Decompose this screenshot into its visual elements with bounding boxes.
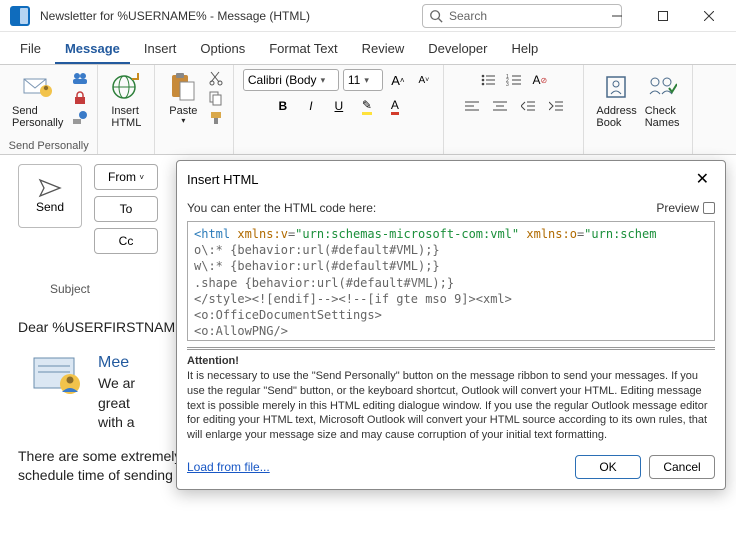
clear-format-button[interactable]: A⊘ bbox=[529, 69, 551, 91]
address-book-button[interactable]: Address Book bbox=[592, 69, 640, 131]
underline-button[interactable]: U bbox=[328, 95, 350, 117]
minimize-button[interactable] bbox=[594, 0, 640, 32]
ribbon-group-label: Send Personally bbox=[9, 140, 89, 152]
load-from-file-link[interactable]: Load from file... bbox=[187, 460, 270, 474]
align-left-button[interactable] bbox=[461, 95, 483, 117]
lock-icon[interactable] bbox=[71, 89, 89, 107]
indent-left-button[interactable] bbox=[517, 95, 539, 117]
send-personally-icon bbox=[22, 71, 54, 103]
contacts-icon[interactable] bbox=[71, 69, 89, 87]
copy-icon[interactable] bbox=[207, 89, 225, 107]
font-family-select[interactable]: Calibri (Body▾ bbox=[243, 69, 339, 91]
to-button[interactable]: To bbox=[94, 196, 158, 222]
shrink-font-icon[interactable]: A˅ bbox=[413, 69, 435, 91]
outlook-icon bbox=[10, 6, 30, 26]
insert-html-icon bbox=[110, 71, 142, 103]
grow-font-icon[interactable]: A˄ bbox=[387, 69, 409, 91]
preview-label: Preview bbox=[656, 201, 699, 215]
check-names-button[interactable]: Check Names bbox=[641, 69, 684, 131]
font-size-select[interactable]: 11▾ bbox=[343, 69, 383, 91]
svg-text:3: 3 bbox=[506, 82, 509, 87]
send-icon bbox=[38, 178, 62, 198]
tab-options[interactable]: Options bbox=[190, 35, 255, 64]
bold-button[interactable]: B bbox=[272, 95, 294, 117]
tab-message[interactable]: Message bbox=[55, 35, 130, 64]
cc-button[interactable]: Cc bbox=[94, 228, 158, 254]
dialog-title: Insert HTML bbox=[187, 172, 259, 187]
attention-box: Attention! It is necessary to use the "S… bbox=[187, 347, 715, 443]
tab-format-text[interactable]: Format Text bbox=[259, 35, 347, 64]
window-title: Newsletter for %USERNAME% - Message (HTM… bbox=[40, 9, 310, 23]
bullets-button[interactable] bbox=[477, 69, 499, 91]
tab-file[interactable]: File bbox=[10, 35, 51, 64]
hero-title: Mee bbox=[98, 352, 135, 374]
tab-developer[interactable]: Developer bbox=[418, 35, 497, 64]
tab-review[interactable]: Review bbox=[352, 35, 415, 64]
format-painter-icon[interactable] bbox=[207, 109, 225, 127]
search-icon bbox=[429, 9, 443, 23]
font-color-button[interactable]: A bbox=[384, 95, 406, 117]
newsletter-graphic-icon bbox=[28, 352, 88, 400]
send-button[interactable]: Send bbox=[18, 164, 82, 228]
search-input[interactable]: Search bbox=[422, 4, 622, 28]
paste-button[interactable]: Paste ▾ bbox=[163, 69, 203, 128]
numbering-button[interactable]: 123 bbox=[503, 69, 525, 91]
indent-right-button[interactable] bbox=[545, 95, 567, 117]
highlight-button[interactable]: ✎ bbox=[356, 95, 378, 117]
check-names-icon bbox=[646, 71, 678, 103]
address-book-icon bbox=[601, 71, 633, 103]
dialog-instruction: You can enter the HTML code here: bbox=[187, 201, 376, 215]
italic-button[interactable]: I bbox=[300, 95, 322, 117]
subject-label: Subject bbox=[18, 282, 90, 296]
settings-icon[interactable] bbox=[71, 109, 89, 127]
close-button[interactable] bbox=[686, 0, 732, 32]
insert-html-dialog: Insert HTML ✕ You can enter the HTML cod… bbox=[176, 160, 726, 490]
cut-icon[interactable] bbox=[207, 69, 225, 87]
paste-icon bbox=[167, 71, 199, 103]
align-center-button[interactable] bbox=[489, 95, 511, 117]
tab-insert[interactable]: Insert bbox=[134, 35, 187, 64]
from-button[interactable]: From ˅ bbox=[94, 164, 158, 190]
maximize-button[interactable] bbox=[640, 0, 686, 32]
insert-html-button[interactable]: Insert HTML bbox=[106, 69, 146, 131]
tab-help[interactable]: Help bbox=[501, 35, 548, 64]
cancel-button[interactable]: Cancel bbox=[649, 455, 715, 479]
dialog-close-button[interactable]: ✕ bbox=[690, 167, 715, 191]
send-personally-button[interactable]: Send Personally bbox=[8, 69, 67, 131]
ok-button[interactable]: OK bbox=[575, 455, 641, 479]
html-code-input[interactable]: <html xmlns:v="urn:schemas-microsoft-com… bbox=[187, 221, 715, 341]
preview-checkbox[interactable] bbox=[703, 202, 715, 214]
